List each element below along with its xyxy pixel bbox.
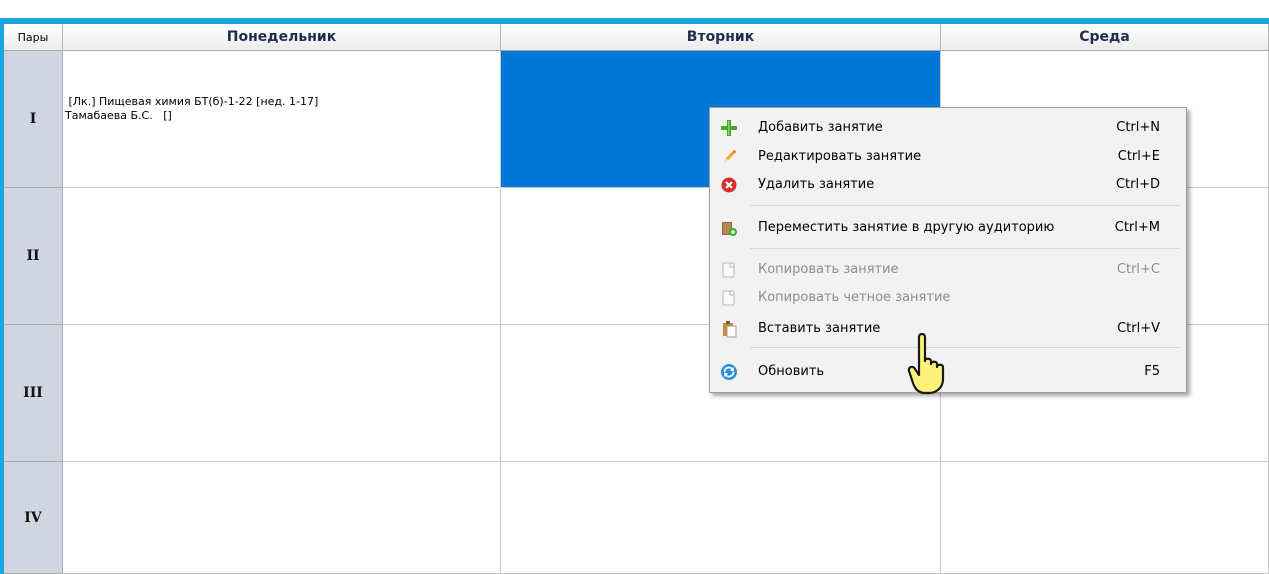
hand-pointer-cursor-icon <box>907 332 945 395</box>
copy-even-icon <box>722 290 735 306</box>
menu-shortcut: F5 <box>1144 364 1160 379</box>
day-header-wednesday[interactable]: Среда <box>941 24 1269 51</box>
menu-label: Обновить <box>758 364 825 379</box>
refresh-icon <box>721 364 737 380</box>
menu-shortcut: Ctrl+M <box>1114 220 1160 235</box>
copy-icon <box>722 262 735 278</box>
day-header-monday[interactable]: Понедельник <box>63 24 501 51</box>
cell-monday-2[interactable] <box>63 188 501 325</box>
cell-monday-1[interactable]: [Лк.] Пищевая химия БТ(б)-1-22 [нед. 1-1… <box>63 51 501 188</box>
delete-icon <box>721 177 737 193</box>
menu-label: Переместить занятие в другую аудиторию <box>758 220 1055 235</box>
menu-label: Копировать занятие <box>758 262 899 277</box>
menu-label: Удалить занятие <box>758 177 875 192</box>
pencil-icon <box>724 150 736 163</box>
cell-tuesday-4[interactable] <box>501 462 941 574</box>
menu-item-copy-even: Копировать четное занятие <box>712 285 1184 311</box>
cell-monday-3[interactable] <box>63 325 501 462</box>
lesson-teacher: Тамабаева Б.С. [] <box>65 109 172 122</box>
menu-shortcut: Ctrl+C <box>1116 262 1160 277</box>
pair-label-3: III <box>4 325 63 462</box>
cell-monday-4[interactable] <box>63 462 501 574</box>
lesson-title: [Лк.] Пищевая химия БТ(б)-1-22 [нед. 1-1… <box>65 95 319 108</box>
schedule-window: Пары Понедельник Вторник Среда I [Лк.] П… <box>0 0 1269 574</box>
menu-item-copy: Копировать занятие Ctrl+C <box>712 257 1184 283</box>
menu-shortcut: Ctrl+V <box>1117 321 1160 336</box>
paste-icon <box>723 321 737 338</box>
menu-item-add[interactable]: Добавить занятие Ctrl+N <box>712 115 1184 141</box>
plus-icon <box>721 120 737 136</box>
pair-label-2: II <box>4 188 63 325</box>
menu-label: Вставить занятие <box>758 321 881 336</box>
menu-item-move-room[interactable]: Переместить занятие в другую аудиторию C… <box>712 215 1184 241</box>
cell-wednesday-4[interactable] <box>941 462 1269 574</box>
day-header-tuesday[interactable]: Вторник <box>501 24 941 51</box>
corner-header: Пары <box>4 24 63 51</box>
menu-label: Добавить занятие <box>758 120 883 135</box>
menu-item-edit[interactable]: Редактировать занятие Ctrl+E <box>712 144 1184 170</box>
menu-separator <box>750 347 1180 348</box>
pair-label-4: IV <box>4 462 63 574</box>
menu-item-delete[interactable]: Удалить занятие Ctrl+D <box>712 172 1184 198</box>
pair-label-1: I <box>4 51 63 188</box>
menu-separator <box>750 205 1180 206</box>
menu-shortcut: Ctrl+N <box>1116 120 1160 135</box>
menu-label: Редактировать занятие <box>758 149 922 164</box>
menu-label: Копировать четное занятие <box>758 290 951 305</box>
move-icon <box>722 222 737 236</box>
menu-shortcut: Ctrl+E <box>1117 149 1160 164</box>
lesson-entry[interactable]: [Лк.] Пищевая химия БТ(б)-1-22 [нед. 1-1… <box>65 95 318 123</box>
menu-separator <box>750 248 1180 249</box>
menu-shortcut: Ctrl+D <box>1115 177 1160 192</box>
